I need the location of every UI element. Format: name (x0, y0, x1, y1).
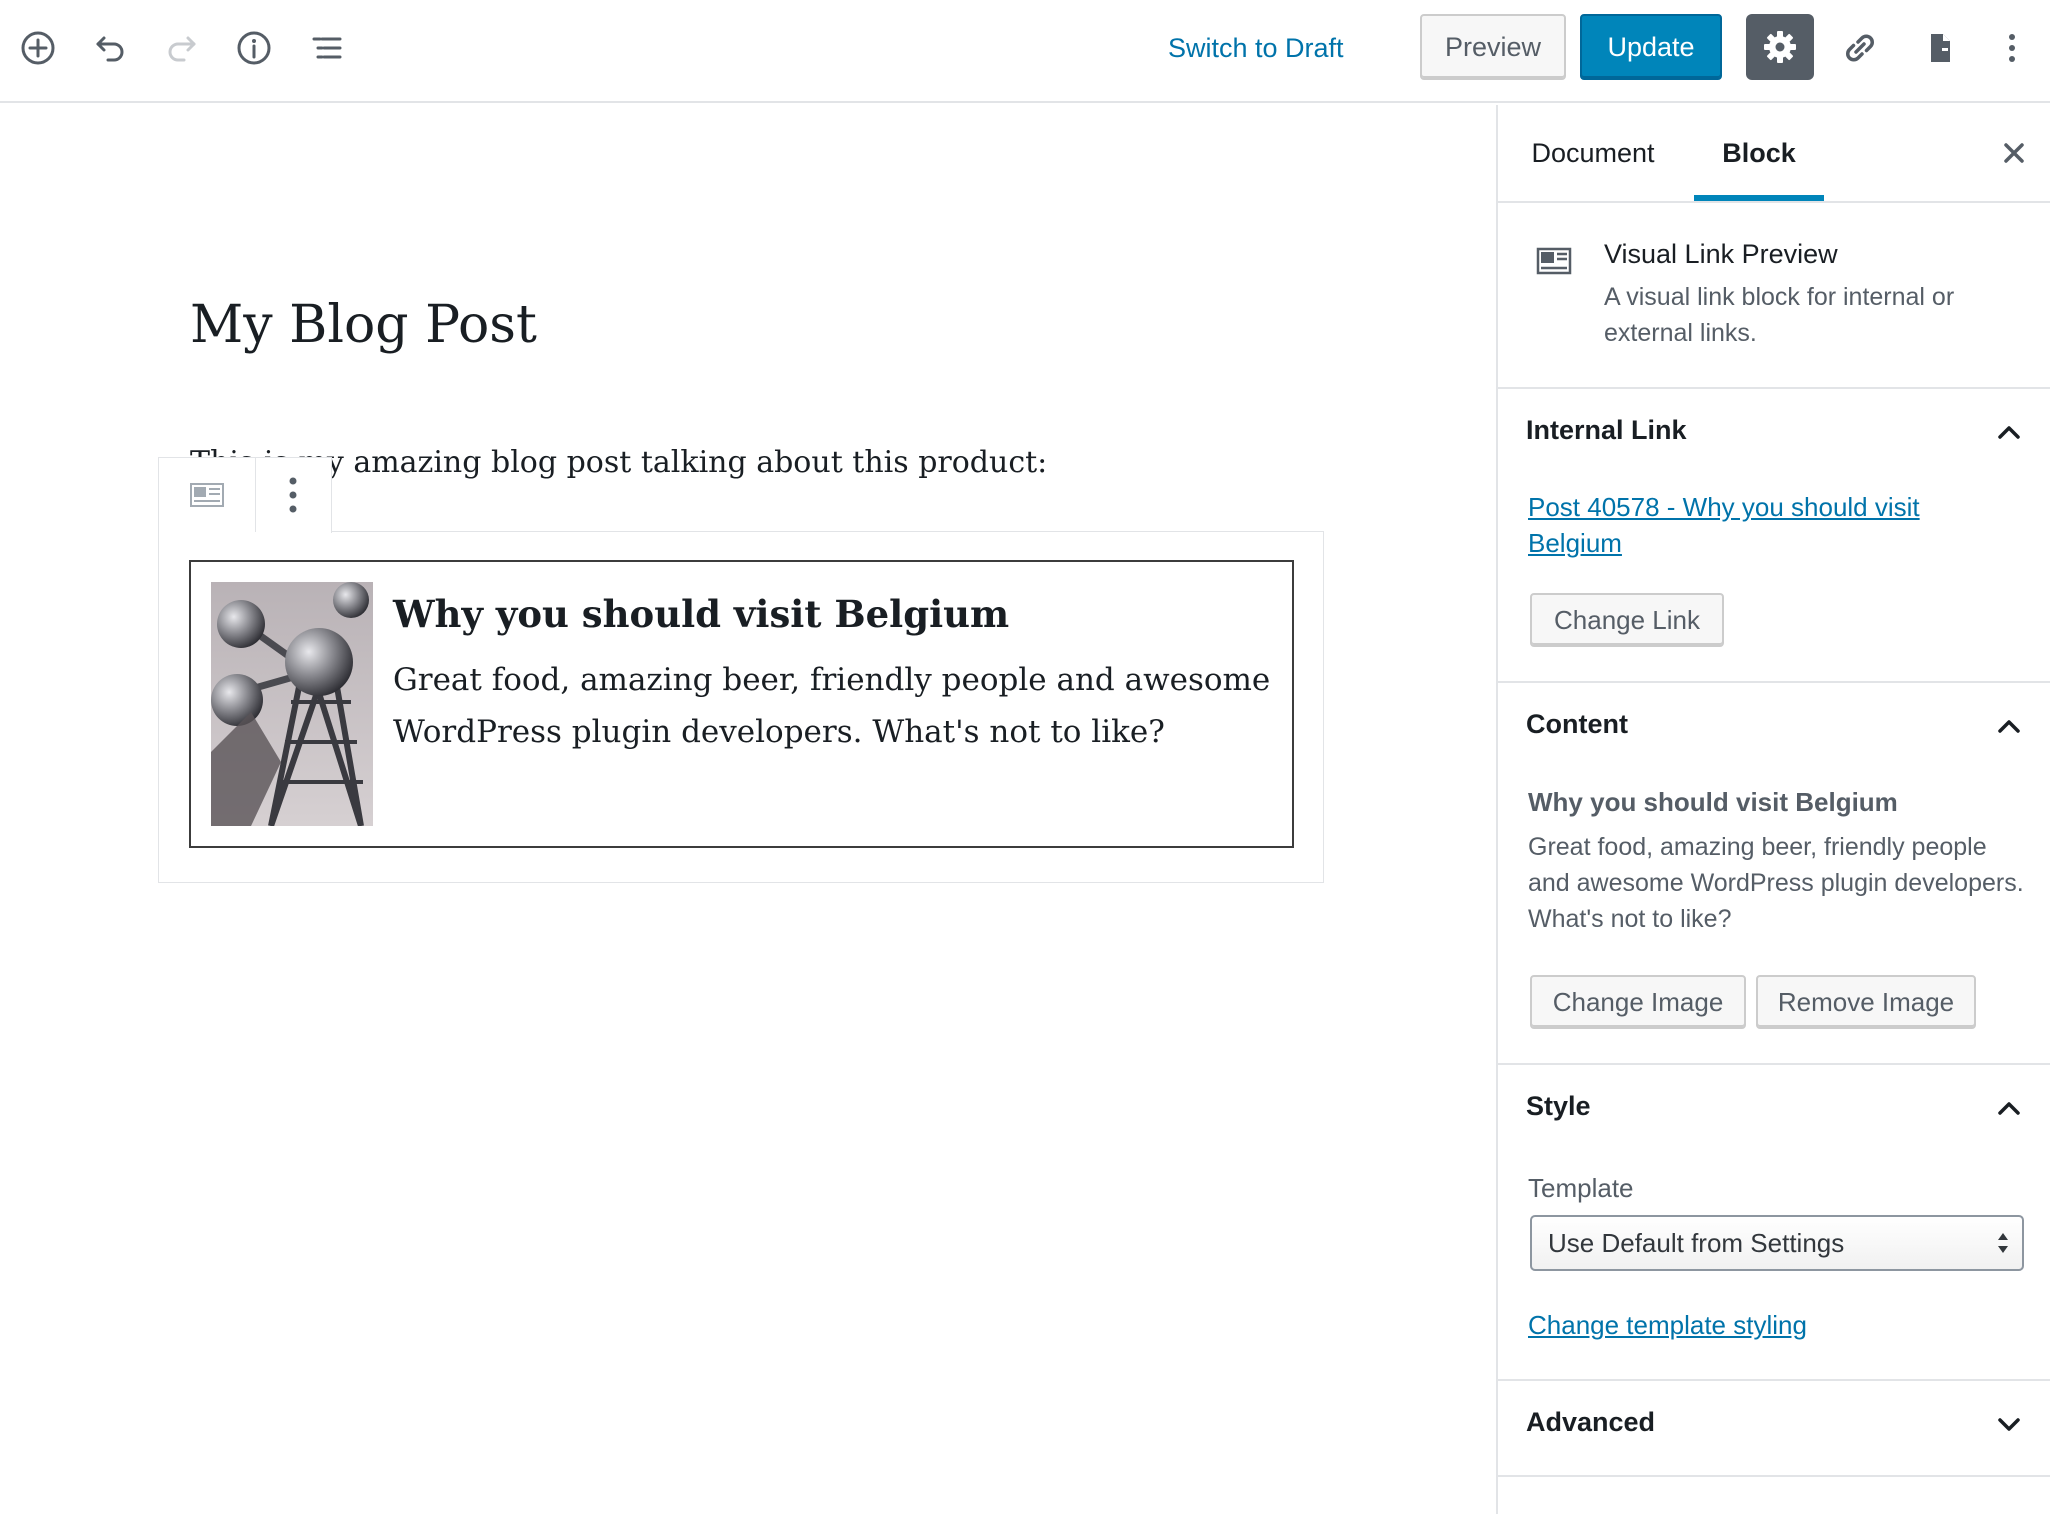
template-select[interactable]: Use Default from Settings (1530, 1215, 2024, 1271)
content-panel: Content Why you should visit Belgium Gre… (1498, 683, 2050, 1065)
preview-button[interactable]: Preview (1420, 14, 1566, 80)
advanced-panel-header[interactable]: Advanced (1526, 1407, 1655, 1438)
document-icon[interactable] (1914, 22, 1966, 74)
visual-link-title: Why you should visit Belgium (393, 592, 1010, 636)
template-select-value: Use Default from Settings (1548, 1228, 1845, 1258)
remove-image-button[interactable]: Remove Image (1756, 975, 1976, 1029)
post-title[interactable]: My Blog Post (190, 295, 537, 355)
add-block-icon[interactable] (12, 22, 64, 74)
close-icon (2004, 143, 2024, 163)
sidebar-tabs: Document Block (1498, 105, 2050, 203)
block-type-button[interactable] (159, 458, 256, 532)
block-navigation-icon[interactable] (300, 22, 352, 74)
settings-sidebar: Document Block Visual Link Preview A vis… (1496, 105, 2050, 1514)
tab-block[interactable]: Block (1694, 105, 1824, 201)
style-panel-header[interactable]: Style (1526, 1091, 1591, 1122)
undo-icon[interactable] (84, 22, 136, 74)
block-card: Visual Link Preview A visual link block … (1498, 203, 2050, 389)
change-link-button[interactable]: Change Link (1530, 593, 1724, 647)
block-more-options-button[interactable] (256, 458, 331, 532)
info-icon[interactable] (228, 22, 280, 74)
update-button[interactable]: Update (1580, 14, 1722, 80)
internal-link-panel-toggle[interactable] (1988, 411, 2030, 453)
block-toolbar (158, 457, 332, 637)
gear-icon (1764, 31, 1796, 63)
content-description[interactable]: Great food, amazing beer, friendly peopl… (1528, 829, 2028, 937)
content-panel-header[interactable]: Content (1526, 709, 1628, 740)
visual-link-description: Great food, amazing beer, friendly peopl… (393, 662, 1271, 750)
link-icon[interactable] (1834, 22, 1886, 74)
advanced-panel-toggle[interactable] (1988, 1403, 2030, 1445)
content-panel-toggle[interactable] (1988, 705, 2030, 747)
settings-button[interactable] (1746, 14, 1814, 80)
template-label: Template (1528, 1173, 1634, 1203)
content-title[interactable]: Why you should visit Belgium (1528, 787, 1898, 818)
editor-canvas: My Blog Post This is my amazing blog pos… (0, 105, 1496, 1514)
internal-link-panel-header[interactable]: Internal Link (1526, 415, 1687, 446)
chevron-down-icon (1998, 1418, 2020, 1431)
internal-link-url[interactable]: Post 40578 - Why you should visit Belgiu… (1528, 489, 1998, 561)
change-image-button[interactable]: Change Image (1530, 975, 1746, 1029)
visual-link-block-icon (1536, 247, 1572, 275)
select-arrows-icon (1998, 1233, 2008, 1253)
tab-document[interactable]: Document (1518, 105, 1668, 201)
vertical-ellipsis-icon (289, 477, 297, 513)
close-sidebar-button[interactable] (1990, 129, 2038, 177)
block-card-title: Visual Link Preview (1604, 239, 1838, 269)
style-panel: Style Template Use Default from Settings… (1498, 1065, 2050, 1381)
redo-icon[interactable] (156, 22, 208, 74)
switch-to-draft-button[interactable]: Switch to Draft (1168, 28, 1344, 68)
more-options-icon[interactable] (1986, 22, 2038, 74)
advanced-panel: Advanced (1498, 1381, 2050, 1477)
block-card-description: A visual link block for internal or exte… (1604, 283, 1955, 347)
change-template-styling-link[interactable]: Change template styling (1528, 1307, 1807, 1343)
style-panel-toggle[interactable] (1988, 1087, 2030, 1129)
editor-toolbar: Switch to Draft Preview Update (0, 0, 2050, 103)
visual-link-card[interactable]: Why you should visit Belgium Great food,… (189, 560, 1294, 848)
chevron-up-icon (1998, 1102, 2020, 1115)
chevron-up-icon (1998, 426, 2020, 439)
visual-link-block-icon (189, 483, 224, 507)
chevron-up-icon (1998, 720, 2020, 733)
internal-link-panel: Internal Link Post 40578 - Why you shoul… (1498, 389, 2050, 683)
visual-link-block[interactable]: Why you should visit Belgium Great food,… (158, 531, 1324, 883)
